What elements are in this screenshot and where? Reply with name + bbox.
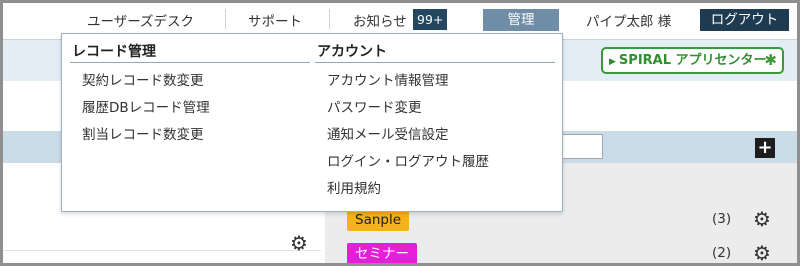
add-icon[interactable]: + [755,138,775,158]
nav-support-link[interactable]: サポート [248,10,302,30]
nav-divider [225,9,226,29]
list-item[interactable]: セミナー (2) ⚙ [325,239,797,263]
menu-item-contract-records[interactable]: 契約レコード数変更 [70,68,310,95]
gear-icon[interactable]: ⚙ [753,207,771,231]
tag-count: (3) [712,211,732,227]
top-nav: ユーザーズデスク サポート お知らせ 99+ 管理 パイプ太郎 様 ログアウト [3,3,797,36]
menu-item-history-db-records[interactable]: 履歴DBレコード管理 [70,95,310,122]
record-menu-column: レコード管理 契約レコード数変更 履歴DBレコード管理 割当レコード数変更 [70,42,310,149]
left-divider [3,250,321,251]
app-window: ユーザーズデスク サポート お知らせ 99+ 管理 パイプ太郎 様 ログアウト … [0,0,800,266]
admin-dropdown-menu: レコード管理 契約レコード数変更 履歴DBレコード管理 割当レコード数変更 アカ… [61,33,563,212]
tag-count: (2) [712,245,732,261]
menu-item-account-info[interactable]: アカウント情報管理 [315,68,555,95]
menu-item-password-change[interactable]: パスワード変更 [315,95,555,122]
menu-item-login-history[interactable]: ログイン・ログアウト履歴 [315,149,555,176]
nav-notice-link[interactable]: お知らせ [353,10,407,30]
account-menu-heading: アカウント [315,42,555,63]
play-arrow-icon: ▶ [609,57,616,67]
nav-user-desk-link[interactable]: ユーザーズデスク [87,10,194,30]
logout-button[interactable]: ログアウト [700,9,789,31]
spiral-app-center-label: SPIRAL アプリセンター [618,53,767,68]
record-menu-heading: レコード管理 [70,42,310,63]
admin-menu-button[interactable]: 管理 [483,9,559,31]
menu-item-terms[interactable]: 利用規約 [315,176,555,203]
leaf-logo-icon: ✱ [764,51,777,69]
tag-label[interactable]: セミナー [347,243,417,263]
tag-label[interactable]: Sanple [347,209,410,231]
notice-count-badge[interactable]: 99+ [413,9,448,30]
gear-icon[interactable]: ⚙ [753,241,771,263]
gear-icon[interactable]: ⚙ [290,231,308,255]
nav-divider [329,9,330,29]
user-name-label: パイプ太郎 様 [586,14,672,30]
menu-item-notification-mail[interactable]: 通知メール受信設定 [315,122,555,149]
spiral-app-center-button[interactable]: ▶ SPIRAL アプリセンター ✱ [601,47,784,74]
account-menu-column: アカウント アカウント情報管理 パスワード変更 通知メール受信設定 ログイン・ロ… [315,42,555,203]
menu-item-allocated-records[interactable]: 割当レコード数変更 [70,122,310,149]
